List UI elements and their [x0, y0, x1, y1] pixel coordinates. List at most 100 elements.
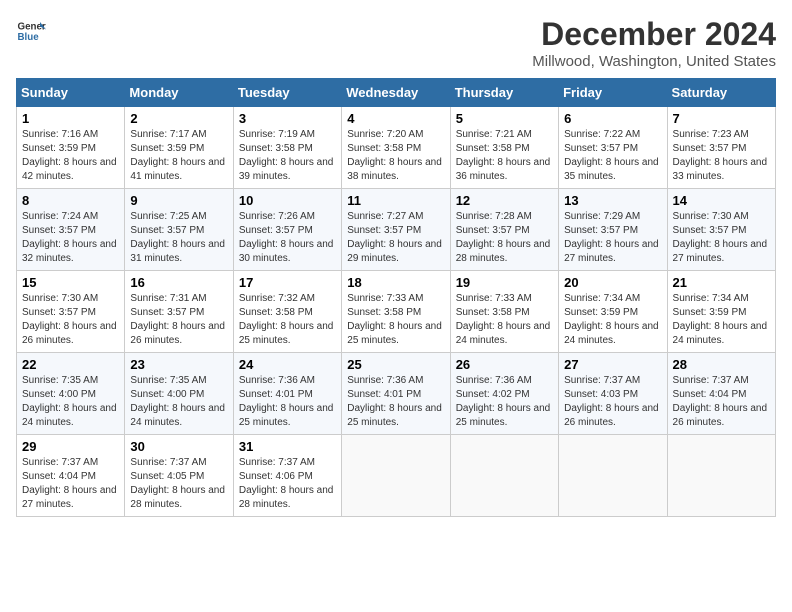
calendar-cell: 22Sunrise: 7:35 AMSunset: 4:00 PMDayligh… — [17, 353, 125, 435]
week-row: 22 Sunrise: 7:35 AMSunset: 4:00 PMDayligh… — [17, 353, 776, 435]
day-info: Sunrise: 7:32 AMSunset: 3:58 PMDaylight:… — [239, 293, 334, 346]
day-number: 16 — [130, 275, 227, 290]
day-info: Sunrise: 7:23 AMSunset: 3:57 PMDaylight:… — [673, 129, 768, 182]
calendar-cell — [342, 435, 450, 517]
day-number: 25 — [347, 357, 444, 372]
day-info: Sunrise: 7:17 AMSunset: 3:59 PMDaylight:… — [130, 129, 225, 182]
day-number: 30 — [130, 439, 227, 454]
day-number: 2 — [130, 111, 227, 126]
calendar-cell — [450, 435, 558, 517]
day-info: Sunrise: 7:33 AMSunset: 3:58 PMDaylight:… — [347, 293, 442, 346]
day-number: 9 — [130, 193, 227, 208]
day-number: 14 — [673, 193, 770, 208]
day-number: 28 — [673, 357, 770, 372]
day-info: Sunrise: 7:19 AMSunset: 3:58 PMDaylight:… — [239, 129, 334, 182]
calendar-cell: 4 Sunrise: 7:20 AMSunset: 3:58 PMDaylight… — [342, 107, 450, 189]
day-number: 7 — [673, 111, 770, 126]
column-header-thursday: Thursday — [450, 79, 558, 107]
calendar-cell: 20 Sunrise: 7:34 AMSunset: 3:59 PMDayligh… — [559, 271, 667, 353]
column-header-saturday: Saturday — [667, 79, 775, 107]
day-info: Sunrise: 7:37 AMSunset: 4:06 PMDaylight:… — [239, 457, 334, 510]
day-number: 27 — [564, 357, 661, 372]
calendar-cell: 26 Sunrise: 7:36 AMSunset: 4:02 PMDayligh… — [450, 353, 558, 435]
day-number: 17 — [239, 275, 336, 290]
day-number: 19 — [456, 275, 553, 290]
week-row: 1 Sunrise: 7:16 AMSunset: 3:59 PMDaylight… — [17, 107, 776, 189]
day-number: 31 — [239, 439, 336, 454]
calendar-cell: 25 Sunrise: 7:36 AMSunset: 4:01 PMDayligh… — [342, 353, 450, 435]
week-row: 15 Sunrise: 7:30 AMSunset: 3:57 PMDayligh… — [17, 271, 776, 353]
day-info: Sunrise: 7:33 AMSunset: 3:58 PMDaylight:… — [456, 293, 551, 346]
calendar-cell: 8 Sunrise: 7:24 AMSunset: 3:57 PMDaylight… — [17, 189, 125, 271]
calendar-cell: 31 Sunrise: 7:37 AMSunset: 4:06 PMDayligh… — [233, 435, 341, 517]
day-info: Sunrise: 7:37 AMSunset: 4:05 PMDaylight:… — [130, 457, 225, 510]
calendar-cell: 9 Sunrise: 7:25 AMSunset: 3:57 PMDaylight… — [125, 189, 233, 271]
day-info: Sunrise: 7:22 AMSunset: 3:57 PMDaylight:… — [564, 129, 659, 182]
calendar-cell: 14 Sunrise: 7:30 AMSunset: 3:57 PMDayligh… — [667, 189, 775, 271]
day-number: 26 — [456, 357, 553, 372]
day-info: Sunrise: 7:26 AMSunset: 3:57 PMDaylight:… — [239, 211, 334, 264]
day-info: Sunrise: 7:37 AMSunset: 4:04 PMDaylight:… — [673, 375, 768, 428]
calendar-cell: 27Sunrise: 7:37 AMSunset: 4:03 PMDayligh… — [559, 353, 667, 435]
day-number: 29 — [22, 439, 119, 454]
column-header-tuesday: Tuesday — [233, 79, 341, 107]
column-header-friday: Friday — [559, 79, 667, 107]
column-header-wednesday: Wednesday — [342, 79, 450, 107]
calendar-cell: 19 Sunrise: 7:33 AMSunset: 3:58 PMDayligh… — [450, 271, 558, 353]
day-number: 20 — [564, 275, 661, 290]
calendar-cell: 23 Sunrise: 7:35 AMSunset: 4:00 PMDayligh… — [125, 353, 233, 435]
day-number: 23 — [130, 357, 227, 372]
day-number: 8 — [22, 193, 119, 208]
calendar-cell: 16 Sunrise: 7:31 AMSunset: 3:57 PMDayligh… — [125, 271, 233, 353]
day-info: Sunrise: 7:31 AMSunset: 3:57 PMDaylight:… — [130, 293, 225, 346]
day-info: Sunrise: 7:24 AMSunset: 3:57 PMDaylight:… — [22, 211, 117, 264]
day-number: 6 — [564, 111, 661, 126]
day-info: Sunrise: 7:28 AMSunset: 3:57 PMDaylight:… — [456, 211, 551, 264]
day-info: Sunrise: 7:29 AMSunset: 3:57 PMDaylight:… — [564, 211, 659, 264]
day-number: 5 — [456, 111, 553, 126]
title-area: December 2024 Millwood, Washington, Unit… — [532, 16, 776, 70]
logo: General Blue — [16, 16, 46, 46]
svg-text:Blue: Blue — [18, 32, 40, 43]
calendar-cell: 7 Sunrise: 7:23 AMSunset: 3:57 PMDaylight… — [667, 107, 775, 189]
calendar-cell: 12 Sunrise: 7:28 AMSunset: 3:57 PMDayligh… — [450, 189, 558, 271]
day-number: 10 — [239, 193, 336, 208]
day-number: 22 — [22, 357, 119, 372]
day-info: Sunrise: 7:21 AMSunset: 3:58 PMDaylight:… — [456, 129, 551, 182]
calendar-cell: 24Sunrise: 7:36 AMSunset: 4:01 PMDayligh… — [233, 353, 341, 435]
day-number: 12 — [456, 193, 553, 208]
day-number: 13 — [564, 193, 661, 208]
day-info: Sunrise: 7:25 AMSunset: 3:57 PMDaylight:… — [130, 211, 225, 264]
column-header-monday: Monday — [125, 79, 233, 107]
day-number: 11 — [347, 193, 444, 208]
day-number: 18 — [347, 275, 444, 290]
calendar-cell: 2 Sunrise: 7:17 AMSunset: 3:59 PMDaylight… — [125, 107, 233, 189]
page-title: December 2024 — [532, 16, 776, 53]
day-info: Sunrise: 7:36 AMSunset: 4:02 PMDaylight:… — [456, 375, 551, 428]
header-row: SundayMondayTuesdayWednesdayThursdayFrid… — [17, 79, 776, 107]
day-info: Sunrise: 7:16 AMSunset: 3:59 PMDaylight:… — [22, 129, 117, 182]
calendar-cell: 10 Sunrise: 7:26 AMSunset: 3:57 PMDayligh… — [233, 189, 341, 271]
day-number: 15 — [22, 275, 119, 290]
day-info: Sunrise: 7:35 AMSunset: 4:00 PMDaylight:… — [130, 375, 225, 428]
day-info: Sunrise: 7:30 AMSunset: 3:57 PMDaylight:… — [22, 293, 117, 346]
calendar-cell: 17 Sunrise: 7:32 AMSunset: 3:58 PMDayligh… — [233, 271, 341, 353]
day-info: Sunrise: 7:30 AMSunset: 3:57 PMDaylight:… — [673, 211, 768, 264]
calendar-cell: 28 Sunrise: 7:37 AMSunset: 4:04 PMDayligh… — [667, 353, 775, 435]
week-row: 29Sunrise: 7:37 AMSunset: 4:04 PMDayligh… — [17, 435, 776, 517]
day-info: Sunrise: 7:27 AMSunset: 3:57 PMDaylight:… — [347, 211, 442, 264]
header: General Blue December 2024 Millwood, Was… — [16, 16, 776, 70]
day-number: 21 — [673, 275, 770, 290]
day-info: Sunrise: 7:34 AMSunset: 3:59 PMDaylight:… — [564, 293, 659, 346]
week-row: 8 Sunrise: 7:24 AMSunset: 3:57 PMDaylight… — [17, 189, 776, 271]
day-info: Sunrise: 7:34 AMSunset: 3:59 PMDaylight:… — [673, 293, 768, 346]
calendar-cell: 6 Sunrise: 7:22 AMSunset: 3:57 PMDaylight… — [559, 107, 667, 189]
day-info: Sunrise: 7:20 AMSunset: 3:58 PMDaylight:… — [347, 129, 442, 182]
day-info: Sunrise: 7:36 AMSunset: 4:01 PMDaylight:… — [347, 375, 442, 428]
day-number: 3 — [239, 111, 336, 126]
calendar-cell — [667, 435, 775, 517]
calendar-cell: 30 Sunrise: 7:37 AMSunset: 4:05 PMDayligh… — [125, 435, 233, 517]
day-number: 4 — [347, 111, 444, 126]
calendar-cell: 5 Sunrise: 7:21 AMSunset: 3:58 PMDaylight… — [450, 107, 558, 189]
day-number: 1 — [22, 111, 119, 126]
